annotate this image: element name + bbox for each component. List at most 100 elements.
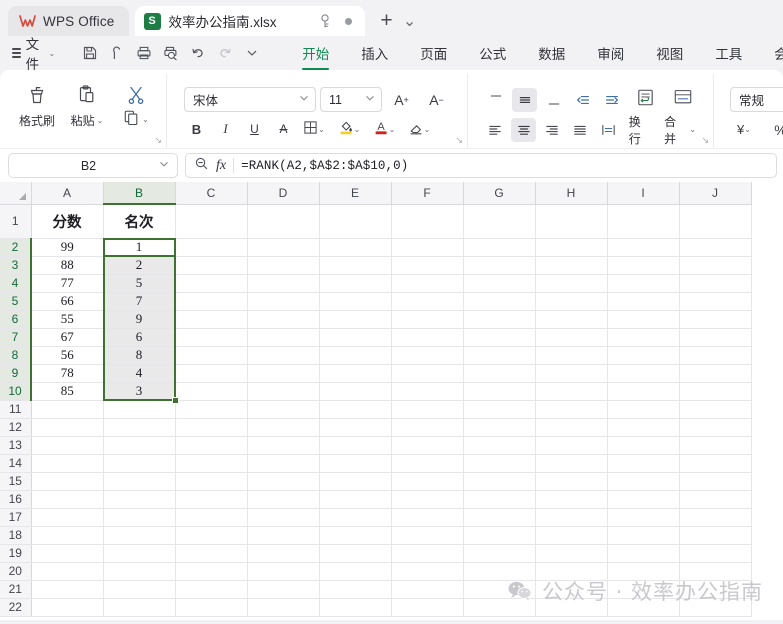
ribbon-tab-member[interactable]: 会员专享 <box>758 38 783 69</box>
cell-C18[interactable] <box>175 526 248 545</box>
cell-D17[interactable] <box>247 508 320 527</box>
align-left-button[interactable] <box>483 118 507 142</box>
cell-C15[interactable] <box>175 472 248 491</box>
cell-D14[interactable] <box>247 454 320 473</box>
cell-E20[interactable] <box>319 562 392 581</box>
cell-I8[interactable] <box>607 346 680 365</box>
cell-D20[interactable] <box>247 562 320 581</box>
ribbon-tab-data[interactable]: 数据 <box>522 38 581 69</box>
cell-C11[interactable] <box>175 400 248 419</box>
font-name-combobox[interactable]: 宋体 <box>184 87 316 112</box>
cell-J12[interactable] <box>679 418 752 437</box>
ribbon-tab-home[interactable]: 开始 <box>286 38 345 70</box>
cell-F3[interactable] <box>391 256 464 275</box>
cell-J5[interactable] <box>679 292 752 311</box>
cell-E2[interactable] <box>319 238 392 257</box>
cell-G17[interactable] <box>463 508 536 527</box>
unsaved-indicator-icon[interactable] <box>341 13 357 29</box>
borders-button[interactable]: ⌄ <box>300 117 331 141</box>
cell-F6[interactable] <box>391 310 464 329</box>
merge-button[interactable]: 合并 ⌄ <box>660 115 700 146</box>
cell-E17[interactable] <box>319 508 392 527</box>
decrease-indent-button[interactable] <box>570 88 595 112</box>
cell-E5[interactable] <box>319 292 392 311</box>
cell-H9[interactable] <box>535 364 608 383</box>
cell-J19[interactable] <box>679 544 752 563</box>
cell-J10[interactable] <box>679 382 752 401</box>
font-color-button[interactable]: A ⌄ <box>370 117 401 141</box>
cell-B14[interactable] <box>103 454 176 473</box>
cell-C9[interactable] <box>175 364 248 383</box>
document-tab[interactable]: S 效率办公指南.xlsx <box>134 6 365 36</box>
cell-B6[interactable]: 9 <box>103 310 176 329</box>
cell-H1[interactable] <box>535 204 608 239</box>
currency-format-button[interactable]: ¥ ⌄ <box>730 118 761 142</box>
ribbon-tab-view[interactable]: 视图 <box>640 38 699 69</box>
cell-C20[interactable] <box>175 562 248 581</box>
cell-A11[interactable] <box>31 400 104 419</box>
cell-D6[interactable] <box>247 310 320 329</box>
cell-H10[interactable] <box>535 382 608 401</box>
align-bottom-button[interactable] <box>541 88 566 112</box>
cell-F18[interactable] <box>391 526 464 545</box>
column-header-i[interactable]: I <box>607 182 680 205</box>
cell-C14[interactable] <box>175 454 248 473</box>
cell-C5[interactable] <box>175 292 248 311</box>
align-middle-button[interactable] <box>512 87 537 112</box>
cell-H19[interactable] <box>535 544 608 563</box>
cell-F12[interactable] <box>391 418 464 437</box>
cell-E9[interactable] <box>319 364 392 383</box>
column-header-e[interactable]: E <box>319 182 392 205</box>
cell-A19[interactable] <box>31 544 104 563</box>
cell-E16[interactable] <box>319 490 392 509</box>
cell-A7[interactable]: 67 <box>31 328 104 347</box>
cell-J11[interactable] <box>679 400 752 419</box>
cell-B12[interactable] <box>103 418 176 437</box>
cell-E6[interactable] <box>319 310 392 329</box>
wrap-text-label-button[interactable]: 换行 <box>625 115 656 146</box>
cell-I2[interactable] <box>607 238 680 257</box>
cell-C21[interactable] <box>175 580 248 599</box>
row-header-14[interactable]: 14 <box>0 454 32 473</box>
formula-input[interactable]: =RANK(A2,$A$2:$A$10,0) <box>241 159 408 173</box>
cloud-sync-icon[interactable] <box>104 41 129 66</box>
cell-B10[interactable]: 3 <box>103 382 176 401</box>
cell-J9[interactable] <box>679 364 752 383</box>
cell-G11[interactable] <box>463 400 536 419</box>
cell-E22[interactable] <box>319 598 392 617</box>
cell-G9[interactable] <box>463 364 536 383</box>
font-size-combobox[interactable]: 11 <box>320 87 382 112</box>
tab-list-chevron-icon[interactable]: ⌄ <box>400 8 420 34</box>
cell-E7[interactable] <box>319 328 392 347</box>
cell-G10[interactable] <box>463 382 536 401</box>
formula-input-wrapper[interactable]: fx =RANK(A2,$A$2:$A$10,0) <box>185 153 777 178</box>
cell-G6[interactable] <box>463 310 536 329</box>
ribbon-tab-formula[interactable]: 公式 <box>463 38 522 69</box>
cell-A15[interactable] <box>31 472 104 491</box>
cell-I14[interactable] <box>607 454 680 473</box>
cell-B21[interactable] <box>103 580 176 599</box>
fill-color-button[interactable]: ⌄ <box>335 117 366 141</box>
cell-H20[interactable] <box>535 562 608 581</box>
cell-J18[interactable] <box>679 526 752 545</box>
cell-G19[interactable] <box>463 544 536 563</box>
cell-I16[interactable] <box>607 490 680 509</box>
cell-C8[interactable] <box>175 346 248 365</box>
cell-H7[interactable] <box>535 328 608 347</box>
print-icon[interactable] <box>131 41 156 66</box>
key-icon[interactable] <box>317 13 333 29</box>
cell-D19[interactable] <box>247 544 320 563</box>
print-preview-icon[interactable] <box>158 41 183 66</box>
name-box[interactable]: B2 <box>8 153 178 178</box>
cell-F16[interactable] <box>391 490 464 509</box>
quick-access-more-chevron-icon[interactable] <box>239 41 264 66</box>
cell-I9[interactable] <box>607 364 680 383</box>
select-all-corner[interactable] <box>0 182 32 205</box>
cell-H12[interactable] <box>535 418 608 437</box>
row-header-15[interactable]: 15 <box>0 472 32 491</box>
cell-B4[interactable]: 5 <box>103 274 176 293</box>
paste-button[interactable]: 粘贴 ⌄ <box>63 78 111 129</box>
chevron-down-icon[interactable] <box>158 157 170 175</box>
cell-H18[interactable] <box>535 526 608 545</box>
increase-indent-button[interactable] <box>599 88 624 112</box>
